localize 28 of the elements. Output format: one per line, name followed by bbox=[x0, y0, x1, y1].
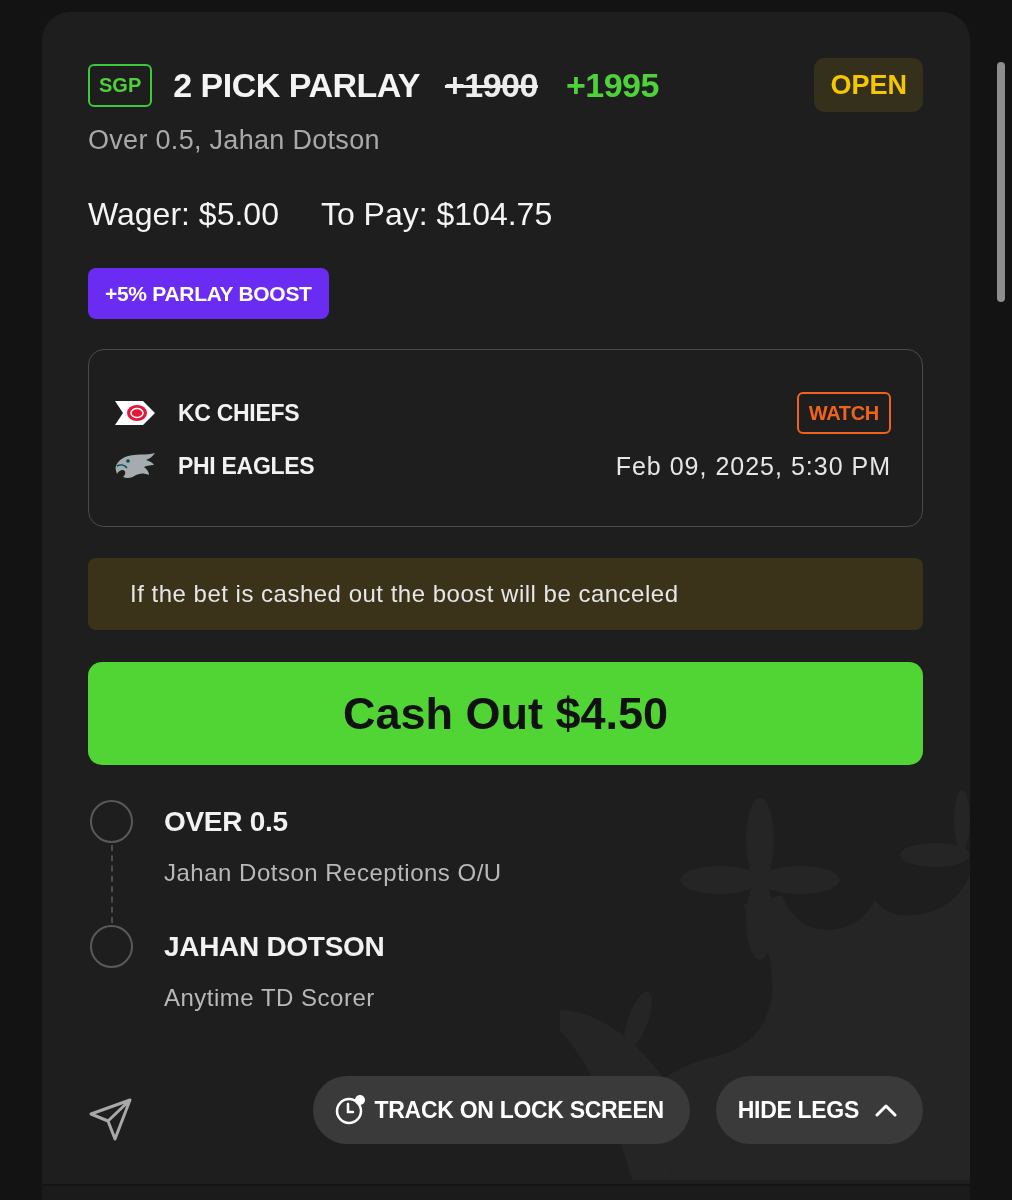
boost-badge: +5% PARLAY BOOST bbox=[88, 268, 329, 319]
wager-amount: Wager: $5.00 bbox=[88, 195, 279, 233]
clock-icon bbox=[334, 1095, 365, 1125]
status-circle-icon bbox=[90, 800, 133, 843]
track-lock-screen-button[interactable]: TRACK ON LOCK SCREEN bbox=[312, 1076, 690, 1144]
boosted-odds: +1995 bbox=[565, 65, 659, 105]
boost-notice: If the bet is cashed out the boost will be canceled bbox=[88, 558, 923, 630]
bet-type-tag: SGP bbox=[88, 63, 153, 107]
leg-pick: OVER 0.5 bbox=[164, 805, 288, 839]
leg-pick: JAHAN DOTSON bbox=[164, 930, 385, 964]
payout-amount: To Pay: $104.75 bbox=[320, 195, 553, 233]
leg-market: Anytime TD Scorer bbox=[164, 983, 375, 1013]
eagle-head-logo-icon bbox=[114, 451, 156, 481]
bet-title: 2 PICK PARLAY bbox=[173, 65, 420, 105]
original-odds: +1900 bbox=[444, 65, 538, 105]
watch-button[interactable]: WATCH bbox=[796, 392, 891, 434]
toggle-legs-button[interactable]: HIDE LEGS bbox=[715, 1076, 923, 1144]
arrowhead-logo-icon bbox=[114, 398, 156, 428]
game-start-time: Feb 09, 2025, 5:30 PM bbox=[615, 451, 891, 481]
paper-plane-icon[interactable] bbox=[88, 1097, 133, 1142]
scrollbar-thumb[interactable] bbox=[997, 62, 1005, 302]
team-name: KC CHIEFS bbox=[178, 399, 300, 427]
team-name: PHI EAGLES bbox=[178, 452, 315, 480]
selections-summary: Over 0.5, Jahan Dotson bbox=[88, 124, 381, 157]
status-badge: OPEN bbox=[814, 58, 923, 112]
leg-market: Jahan Dotson Receptions O/U bbox=[164, 858, 502, 888]
cash-out-button[interactable]: Cash Out $4.50 bbox=[88, 662, 923, 765]
status-circle-icon bbox=[90, 925, 133, 968]
